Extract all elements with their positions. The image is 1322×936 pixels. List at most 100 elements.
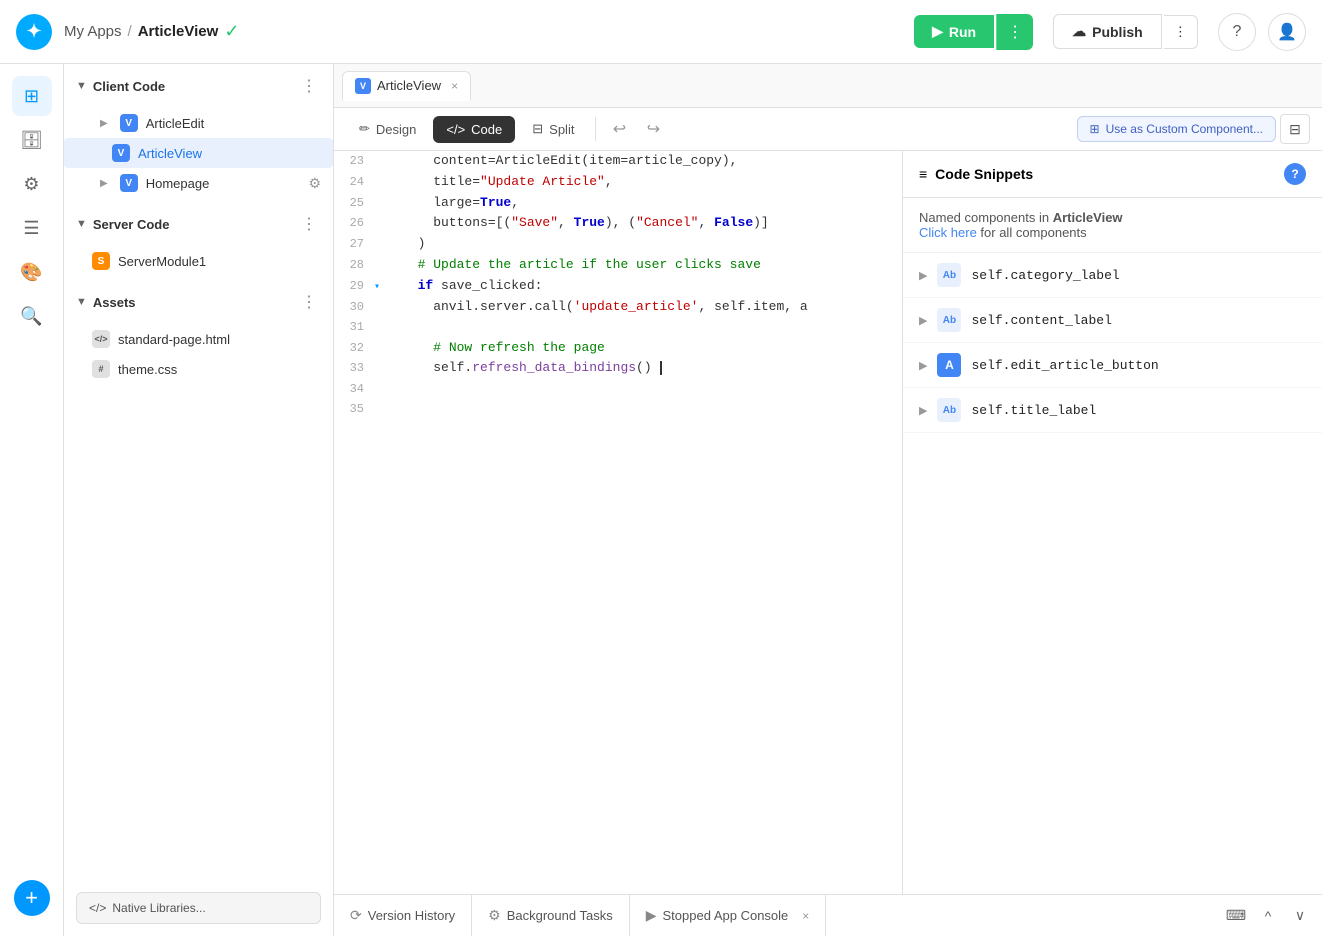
native-libraries-button[interactable]: </> Native Libraries... <box>76 892 321 924</box>
sidebar-item-palette[interactable]: 🎨 <box>12 252 52 292</box>
chevron-down-button[interactable]: ∨ <box>1286 902 1314 930</box>
native-libs-label: Native Libraries... <box>112 901 205 915</box>
sidebar-item-list[interactable]: ☰ <box>12 208 52 248</box>
snippet-item-category-label[interactable]: ▶ Ab self.category_label <box>903 253 1322 298</box>
toolbar-divider <box>595 117 596 141</box>
redo-button[interactable]: ↪ <box>638 114 668 144</box>
tree-item-homepage[interactable]: ▶ V Homepage ⚙ <box>64 168 333 198</box>
file-tree: ▼ Client Code ⋮ ▶ V ArticleEdit V Articl… <box>64 64 334 936</box>
snippet-chevron-2: ▶ <box>919 314 927 327</box>
server-code-section[interactable]: ▼ Server Code ⋮ <box>64 202 333 246</box>
design-button[interactable]: ✏ Design <box>346 115 429 143</box>
publish-button[interactable]: ☁ Publish <box>1053 14 1162 49</box>
snippets-icon: ≡ <box>919 166 927 182</box>
publish-icon: ☁ <box>1072 23 1086 40</box>
tree-item-theme-css[interactable]: # theme.css <box>64 354 333 384</box>
client-code-actions[interactable]: ⋮ <box>297 74 321 98</box>
snippet-type-icon-ab3: Ab <box>937 398 961 422</box>
snippet-chevron-3: ▶ <box>919 359 927 372</box>
tab-close-button[interactable]: × <box>451 79 458 93</box>
help-button[interactable]: ? <box>1218 13 1256 51</box>
code-line-25: 25 large=True, <box>334 193 902 214</box>
editor-toolbar: ✏ Design </> Code ⊟ Split ↩ ↪ ⊞ Use as C… <box>334 108 1322 151</box>
tree-item-server-module[interactable]: S ServerModule1 <box>64 246 333 276</box>
assets-actions[interactable]: ⋮ <box>297 290 321 314</box>
homepage-label: Homepage <box>146 176 301 191</box>
snippet-name-edit-article-button: self.edit_article_button <box>971 358 1158 373</box>
tree-item-standard-page[interactable]: </> standard-page.html <box>64 324 333 354</box>
tree-item-article-edit[interactable]: ▶ V ArticleEdit <box>64 108 333 138</box>
snippet-item-content-label[interactable]: ▶ Ab self.content_label <box>903 298 1322 343</box>
layout-toggle-button[interactable]: ⊟ <box>1280 114 1310 144</box>
code-editor[interactable]: 23 content=ArticleEdit(item=article_copy… <box>334 151 902 894</box>
my-apps-link[interactable]: My Apps <box>64 23 122 40</box>
bottom-tab-background-tasks[interactable]: ⚙ Background Tasks <box>472 895 630 936</box>
snippet-name-content-label: self.content_label <box>971 313 1111 328</box>
bottom-tab-app-console[interactable]: ▶ Stopped App Console × <box>630 895 827 936</box>
server-code-label: Server Code <box>93 217 170 232</box>
undo-button[interactable]: ↩ <box>604 114 634 144</box>
editor-area: V ArticleView × ✏ Design </> Code ⊟ Spli… <box>334 64 1322 936</box>
tab-article-view-label: ArticleView <box>377 78 441 93</box>
terminal-button[interactable]: ⌨ <box>1222 902 1250 930</box>
chevron-up-button[interactable]: ^ <box>1254 902 1282 930</box>
client-code-section[interactable]: ▼ Client Code ⋮ <box>64 64 333 108</box>
sidebar-item-search[interactable]: 🔍 <box>12 296 52 336</box>
assets-section[interactable]: ▼ Assets ⋮ <box>64 280 333 324</box>
client-code-label: Client Code <box>93 79 165 94</box>
add-component-button[interactable]: + <box>14 880 50 916</box>
article-edit-icon: V <box>120 114 138 132</box>
code-icon: </> <box>446 122 465 137</box>
split-button[interactable]: ⊟ Split <box>519 115 587 143</box>
code-line-33: 33 self.refresh_data_bindings() <box>334 358 902 379</box>
tab-article-view-icon: V <box>355 78 371 94</box>
editor-content: 23 content=ArticleEdit(item=article_copy… <box>334 151 1322 894</box>
snippet-type-icon-ab1: Ab <box>937 263 961 287</box>
bottom-tab-version-history[interactable]: ⟳ Version History <box>334 895 472 936</box>
publish-more-button[interactable]: ⋮ <box>1164 15 1198 49</box>
editor-tabs: V ArticleView × <box>334 64 1322 108</box>
app-console-label: Stopped App Console <box>663 908 789 923</box>
add-icon: + <box>25 885 38 911</box>
logo-icon: ✦ <box>26 21 41 42</box>
sidebar-item-pages[interactable]: ⊞ <box>12 76 52 116</box>
code-line-34: 34 <box>334 379 902 399</box>
snippet-item-edit-article-button[interactable]: ▶ A self.edit_article_button <box>903 343 1322 388</box>
server-module-label: ServerModule1 <box>118 254 321 269</box>
app-logo: ✦ <box>16 14 52 50</box>
code-button[interactable]: </> Code <box>433 116 515 143</box>
tree-item-article-view[interactable]: V ArticleView <box>64 138 333 168</box>
native-libs-icon: </> <box>89 901 106 915</box>
status-check-icon: ✓ <box>224 21 239 42</box>
bottom-bar: ⟳ Version History ⚙ Background Tasks ▶ S… <box>334 894 1322 936</box>
icon-sidebar: ⊞ 🗄 ⚙ ☰ 🎨 🔍 + <box>0 64 64 936</box>
server-module-icon: S <box>92 252 110 270</box>
design-icon: ✏ <box>359 121 370 137</box>
run-button[interactable]: ▶ Run <box>914 15 994 48</box>
article-view-icon: V <box>112 144 130 162</box>
code-line-32: 32 # Now refresh the page <box>334 338 902 359</box>
server-code-actions[interactable]: ⋮ <box>297 212 321 236</box>
use-custom-component-button[interactable]: ⊞ Use as Custom Component... <box>1077 116 1276 142</box>
snippets-help-button[interactable]: ? <box>1284 163 1306 185</box>
snippet-name-category-label: self.category_label <box>971 268 1119 283</box>
run-more-button[interactable]: ⋮ <box>996 14 1033 50</box>
user-button[interactable]: 👤 <box>1268 13 1306 51</box>
article-edit-chevron: ▶ <box>100 118 108 129</box>
code-line-30: 30 anvil.server.call('update_article', s… <box>334 297 902 318</box>
sidebar-item-data[interactable]: 🗄 <box>12 120 52 160</box>
code-line-23: 23 content=ArticleEdit(item=article_copy… <box>334 151 902 172</box>
snippets-click-here[interactable]: Click here <box>919 225 977 240</box>
tab-article-view[interactable]: V ArticleView × <box>342 71 471 101</box>
article-view-label: ArticleView <box>138 146 321 161</box>
snippets-title: Code Snippets <box>935 166 1033 182</box>
assets-chevron: ▼ <box>76 296 87 308</box>
app-console-close-button[interactable]: × <box>802 909 809 923</box>
sidebar-item-settings[interactable]: ⚙ <box>12 164 52 204</box>
theme-css-label: theme.css <box>118 362 321 377</box>
standard-page-label: standard-page.html <box>118 332 321 347</box>
main-layout: ⊞ 🗄 ⚙ ☰ 🎨 🔍 + ▼ Client Code ⋮ ▶ V Articl… <box>0 64 1322 936</box>
background-tasks-label: Background Tasks <box>507 908 613 923</box>
snippets-desc-suffix: for all components <box>980 225 1086 240</box>
snippet-item-title-label[interactable]: ▶ Ab self.title_label <box>903 388 1322 433</box>
